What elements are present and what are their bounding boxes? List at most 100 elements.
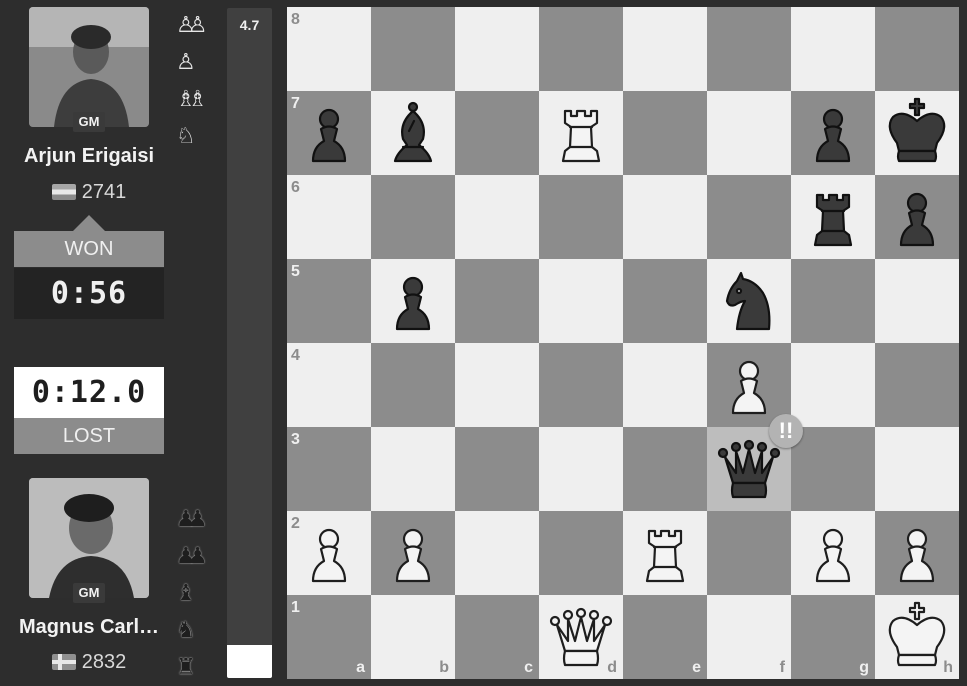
square-a5[interactable]: 5 <box>287 259 371 343</box>
square-f5[interactable] <box>707 259 791 343</box>
square-d1[interactable]: d <box>539 595 623 679</box>
black-pawn-piece[interactable] <box>371 259 455 343</box>
square-c4[interactable] <box>455 343 539 427</box>
square-g8[interactable] <box>791 7 875 91</box>
white-pawn-piece[interactable] <box>287 511 371 595</box>
square-h1[interactable]: h <box>875 595 959 679</box>
white-pawn-icon: ♙ <box>176 49 196 74</box>
black-bishop-icon: ♝ <box>176 580 196 605</box>
square-b3[interactable] <box>371 427 455 511</box>
square-a4[interactable]: 4 <box>287 343 371 427</box>
white-pawn-piece[interactable] <box>875 511 959 595</box>
square-e3[interactable] <box>623 427 707 511</box>
square-e7[interactable] <box>623 91 707 175</box>
white-pawn-piece[interactable] <box>791 511 875 595</box>
square-e8[interactable] <box>623 7 707 91</box>
black-king-piece[interactable] <box>875 91 959 175</box>
square-f6[interactable] <box>707 175 791 259</box>
white-king-piece[interactable] <box>875 595 959 679</box>
square-c1[interactable]: c <box>455 595 539 679</box>
file-label: e <box>692 659 701 676</box>
square-g4[interactable] <box>791 343 875 427</box>
square-b5[interactable] <box>371 259 455 343</box>
bottom-player-name[interactable]: Magnus Carl… <box>0 616 178 639</box>
square-f1[interactable]: f <box>707 595 791 679</box>
file-label: f <box>779 659 785 676</box>
square-d2[interactable] <box>539 511 623 595</box>
black-pawn-piece[interactable] <box>287 91 371 175</box>
square-e1[interactable]: e <box>623 595 707 679</box>
bottom-player-captured: ♟♟ ♟♟ ♝ ♞ ♜ <box>176 500 210 685</box>
square-b1[interactable]: b <box>371 595 455 679</box>
chess-board[interactable]: 8765 4 321ab cd e f gh <box>287 7 959 679</box>
square-d6[interactable] <box>539 175 623 259</box>
file-label: c <box>524 659 533 676</box>
evaluation-bar: 4.7 <box>227 8 272 678</box>
square-a3[interactable]: 3 <box>287 427 371 511</box>
square-b4[interactable] <box>371 343 455 427</box>
square-h4[interactable] <box>875 343 959 427</box>
square-a8[interactable]: 8 <box>287 7 371 91</box>
rank-label: 4 <box>291 347 300 364</box>
top-player-name[interactable]: Arjun Erigaisi <box>0 145 178 168</box>
square-e6[interactable] <box>623 175 707 259</box>
square-c8[interactable] <box>455 7 539 91</box>
square-d3[interactable] <box>539 427 623 511</box>
square-h8[interactable] <box>875 7 959 91</box>
black-pawn-piece[interactable] <box>791 91 875 175</box>
square-d7[interactable] <box>539 91 623 175</box>
square-d5[interactable] <box>539 259 623 343</box>
black-rook-piece[interactable] <box>791 175 875 259</box>
square-f8[interactable] <box>707 7 791 91</box>
white-bishop-pair-icon: ♗♗ <box>176 86 207 111</box>
black-knight-piece[interactable] <box>707 259 791 343</box>
square-g2[interactable] <box>791 511 875 595</box>
white-rook-piece[interactable] <box>539 91 623 175</box>
top-player-avatar[interactable] <box>29 7 149 127</box>
square-d8[interactable] <box>539 7 623 91</box>
square-a1[interactable]: 1a <box>287 595 371 679</box>
white-rook-piece[interactable] <box>623 511 707 595</box>
square-a2[interactable]: 2 <box>287 511 371 595</box>
square-a6[interactable]: 6 <box>287 175 371 259</box>
black-bishop-piece[interactable] <box>371 91 455 175</box>
file-label: g <box>859 659 869 676</box>
square-h7[interactable] <box>875 91 959 175</box>
square-d4[interactable] <box>539 343 623 427</box>
square-b7[interactable] <box>371 91 455 175</box>
norway-flag-icon <box>51 654 76 670</box>
square-e4[interactable] <box>623 343 707 427</box>
square-f7[interactable] <box>707 91 791 175</box>
square-h6[interactable] <box>875 175 959 259</box>
square-e2[interactable] <box>623 511 707 595</box>
square-b8[interactable] <box>371 7 455 91</box>
square-c5[interactable] <box>455 259 539 343</box>
square-c2[interactable] <box>455 511 539 595</box>
evaluation-bar-white-fill <box>227 644 272 678</box>
square-c3[interactable] <box>455 427 539 511</box>
square-e5[interactable] <box>623 259 707 343</box>
square-a7[interactable]: 7 <box>287 91 371 175</box>
square-g1[interactable]: g <box>791 595 875 679</box>
top-player-clock: 0:56 <box>14 268 164 319</box>
black-knight-icon: ♞ <box>176 617 196 642</box>
square-c6[interactable] <box>455 175 539 259</box>
white-queen-piece[interactable] <box>539 595 623 679</box>
white-pawn-piece[interactable] <box>371 511 455 595</box>
black-pawn-piece[interactable] <box>875 175 959 259</box>
square-g5[interactable] <box>791 259 875 343</box>
square-g7[interactable] <box>791 91 875 175</box>
bottom-player-avatar[interactable] <box>29 478 149 598</box>
square-b2[interactable] <box>371 511 455 595</box>
square-h2[interactable] <box>875 511 959 595</box>
square-c7[interactable] <box>455 91 539 175</box>
top-player-captured: ♙♙ ♙ ♗♗ ♘ <box>176 6 210 154</box>
square-b6[interactable] <box>371 175 455 259</box>
square-g6[interactable] <box>791 175 875 259</box>
bottom-player-rating-row: 2832 <box>0 651 178 674</box>
square-h5[interactable] <box>875 259 959 343</box>
brilliant-move-badge: !! <box>769 414 803 448</box>
square-f2[interactable] <box>707 511 791 595</box>
square-h3[interactable] <box>875 427 959 511</box>
square-g3[interactable] <box>791 427 875 511</box>
